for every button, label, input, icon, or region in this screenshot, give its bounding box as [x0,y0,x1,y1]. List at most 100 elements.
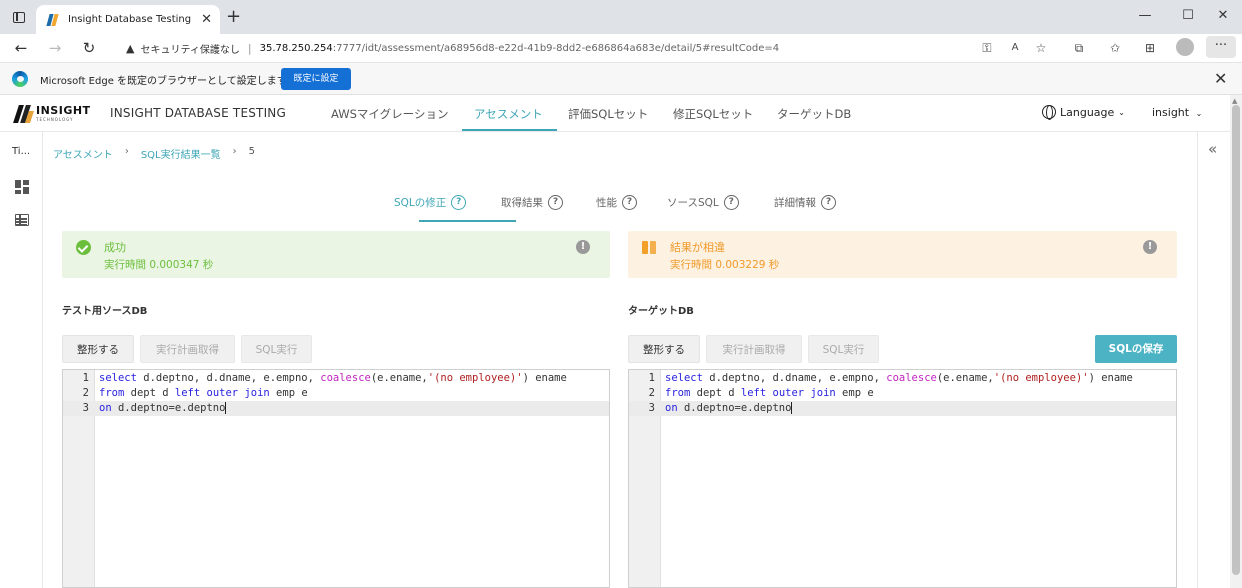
tab-source-sql[interactable]: ソースSQL? [667,195,739,210]
scroll-thumb[interactable] [1232,105,1240,575]
default-browser-infobar: Microsoft Edge を既定のブラウザーとして設定しますか? 既定に設定… [0,62,1242,95]
source-format-button[interactable]: 整形する [62,335,134,363]
code-text[interactable]: select d.deptno, d.dname, e.empno, coale… [99,371,567,386]
url-host: 35.78.250.254 [259,42,333,54]
logo-mark-icon [13,105,34,123]
alert-title: 結果が相違 [670,241,725,254]
language-menu[interactable]: Language ⌄ [1042,105,1125,120]
code-text[interactable]: on d.deptno=e.deptno [665,401,793,416]
menu-aws-migration[interactable]: AWSマイグレーション [331,106,448,122]
reload-icon[interactable]: ↻ [78,38,100,58]
minimize-icon[interactable]: — [1134,6,1156,26]
code-text[interactable]: select d.deptno, d.dname, e.empno, coale… [665,371,1133,386]
right-sidebar: « [1197,132,1230,588]
tab-performance[interactable]: 性能? [596,195,637,210]
save-sql-button[interactable]: SQLの保存 [1095,335,1177,363]
more-menu-button[interactable]: ··· [1206,36,1236,58]
tab-label: SQLの修正 [394,197,447,209]
code-text[interactable]: from dept d left outer join emp e [99,386,308,401]
key-icon[interactable]: ⚿ [976,38,998,58]
back-icon[interactable]: ← [10,38,32,58]
globe-icon [1042,105,1056,120]
line-number: 2 [648,387,655,399]
source-result-alert: 成功 実行時間 0.000347 秒 ! [62,231,610,278]
execution-time: 実行時間 0.003229 秒 [670,259,780,271]
source-sql-editor[interactable]: 1 select d.deptno, d.dname, e.empno, coal… [62,369,610,588]
collections-icon[interactable]: ⊞ [1139,38,1161,58]
code-line[interactable]: 3 on d.deptno=e.deptno [63,401,609,416]
user-menu[interactable]: insight ⌄ [1152,106,1202,119]
text-cursor [225,402,227,414]
code-text[interactable]: from dept d left outer join emp e [665,386,874,401]
tab-actions-icon[interactable] [8,7,30,27]
read-aloud-icon[interactable]: A [1004,38,1026,58]
chevron-down-icon: ⌄ [1118,107,1125,117]
tab-sql-fix[interactable]: SQLの修正? [394,195,467,210]
help-icon[interactable]: ? [723,195,739,210]
target-result-alert: 結果が相違 実行時間 0.003229 秒 ! [628,231,1177,278]
infobar-close-icon[interactable]: ✕ [1214,69,1227,88]
profile-avatar[interactable] [1176,38,1194,56]
menu-target-db[interactable]: ターゲットDB [777,106,851,122]
chevron-down-icon: ⌄ [1195,109,1203,118]
set-default-button[interactable]: 既定に設定 [281,68,351,90]
source-run-button[interactable]: SQL実行 [241,335,312,363]
execution-time: 実行時間 0.000347 秒 [104,259,214,271]
target-format-button[interactable]: 整形する [628,335,700,363]
target-explain-button[interactable]: 実行計画取得 [706,335,802,363]
tab-details[interactable]: 詳細情報? [774,195,836,210]
breadcrumb-separator: › [232,146,237,157]
tab-title: Insight Database Testing [68,14,192,25]
code-line[interactable]: 2 from dept d left outer join emp e [629,386,1176,401]
scroll-up-icon[interactable]: ▲ [1232,97,1237,105]
breadcrumb-sql-results[interactable]: SQL実行結果一覧 [141,146,221,161]
security-warning[interactable]: セキュリティ保護なし [140,41,239,56]
insight-logo[interactable]: INSIGHT TECHNOLOGY [13,103,96,125]
tab-label: 性能 [596,197,617,209]
menu-fixed-sql-set[interactable]: 修正SQLセット [673,106,753,122]
code-line[interactable]: 1 select d.deptno, d.dname, e.empno, coal… [63,371,609,386]
extensions-icon[interactable]: ⧉ [1068,38,1090,58]
table-icon[interactable] [15,214,29,226]
menu-evaluation-sql-set[interactable]: 評価SQLセット [568,106,648,122]
target-sql-editor[interactable]: 1 select d.deptno, d.dname, e.empno, coal… [628,369,1177,588]
favorites-icon[interactable]: ✩ [1104,38,1126,58]
language-label: Language [1060,105,1115,119]
forward-icon[interactable]: → [44,38,66,58]
tab-close-icon[interactable]: ✕ [201,13,212,26]
menu-assessment[interactable]: アセスメント [474,106,543,122]
logo-text: INSIGHT [36,104,91,117]
url-field[interactable]: ▲ セキュリティ保護なし | 35.78.250.254 :7777/idt/a… [112,36,1060,60]
dashboard-icon[interactable] [15,180,29,194]
double-chevron-left-icon[interactable]: « [1208,140,1217,158]
new-tab-icon[interactable]: + [226,8,241,26]
edge-logo-icon [12,71,28,87]
favorite-add-icon[interactable]: ☆ [1030,38,1052,58]
maximize-icon[interactable]: ☐ [1177,6,1199,26]
infobar-message: Microsoft Edge を既定のブラウザーとして設定しますか? [40,76,303,87]
diff-icon [642,240,657,255]
code-line[interactable]: 2 from dept d left outer join emp e [63,386,609,401]
sidebar-label[interactable]: Ti... [12,146,30,157]
source-explain-button[interactable]: 実行計画取得 [140,335,235,363]
app-header: INSIGHT TECHNOLOGY INSIGHT DATABASE TEST… [0,95,1230,132]
code-line[interactable]: 3 on d.deptno=e.deptno [629,401,1176,416]
code-text[interactable]: on d.deptno=e.deptno [99,401,227,416]
breadcrumb-assessment[interactable]: アセスメント [53,146,113,161]
target-run-button[interactable]: SQL実行 [808,335,879,363]
help-icon[interactable]: ? [548,195,563,210]
window-close-icon[interactable]: ✕ [1212,6,1234,26]
code-line[interactable]: 1 select d.deptno, d.dname, e.empno, coal… [629,371,1176,386]
browser-tab-strip: Insight Database Testing ✕ + — ☐ ✕ [0,0,1242,34]
browser-tab[interactable]: Insight Database Testing ✕ [36,5,220,34]
active-subtab-indicator [419,220,516,222]
help-icon[interactable]: ? [821,195,836,210]
tab-fetch-result[interactable]: 取得結果? [501,195,563,210]
help-icon[interactable]: ? [451,195,467,210]
tab-label: ソースSQL [667,197,719,209]
info-icon[interactable]: ! [576,240,590,254]
help-icon[interactable]: ? [622,195,637,210]
warning-icon: ▲ [126,41,135,55]
page-scrollbar[interactable]: ▲ [1230,95,1242,588]
info-icon[interactable]: ! [1143,240,1157,254]
